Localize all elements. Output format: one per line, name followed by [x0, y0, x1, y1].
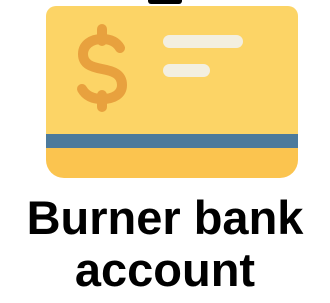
caption-line-1: Burner bank — [26, 191, 304, 244]
dollar-sign-icon — [77, 24, 127, 112]
cropped-text-fragment — [148, 0, 182, 4]
card-text-line-2 — [163, 64, 210, 77]
bank-card-icon — [46, 6, 298, 178]
caption-title: Burner bank account — [0, 192, 330, 296]
card-text-line-1 — [163, 35, 243, 48]
caption-line-2: account — [74, 243, 256, 296]
card-stripe — [46, 134, 298, 148]
